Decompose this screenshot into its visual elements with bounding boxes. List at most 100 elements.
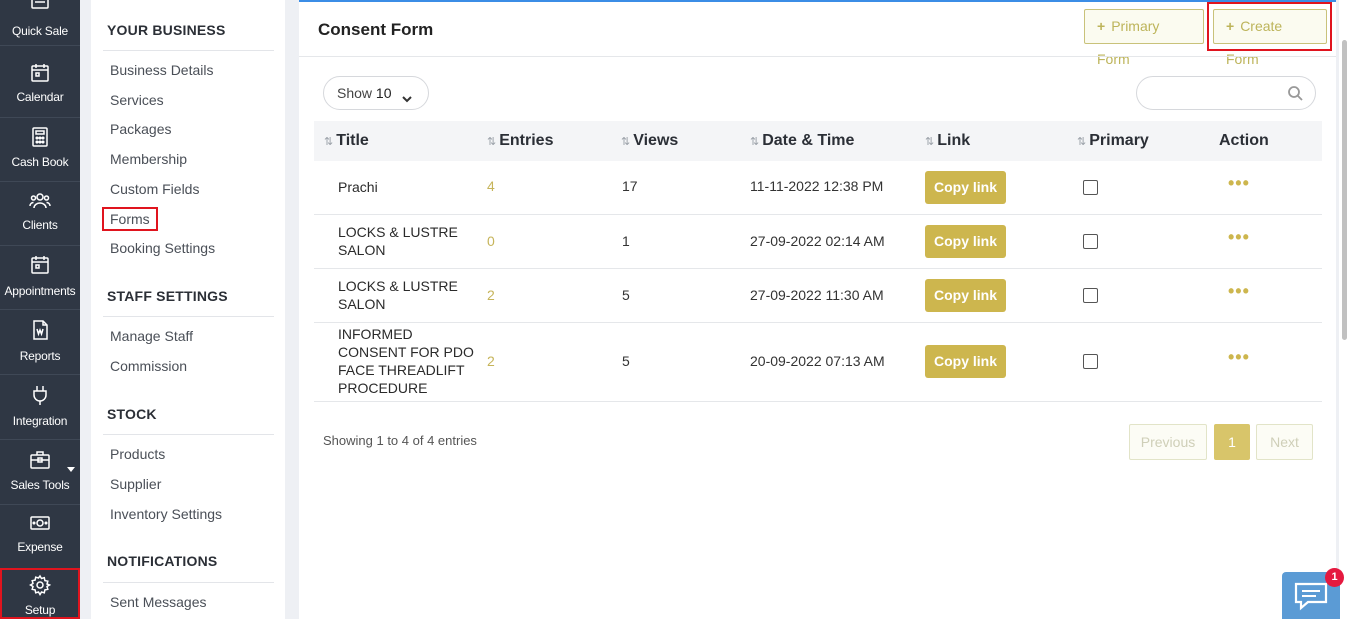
section-title-your-business: YOUR BUSINESS: [107, 22, 226, 38]
nav-supplier[interactable]: Supplier: [110, 476, 161, 492]
chevron-down-icon: [400, 85, 414, 103]
nav-custom-fields[interactable]: Custom Fields: [110, 181, 199, 197]
rail-label: Appointments: [4, 284, 76, 298]
col-entries[interactable]: ⇅ Entries: [487, 132, 553, 150]
copy-link-button[interactable]: Copy link: [925, 279, 1006, 312]
col-primary[interactable]: ⇅ Primary: [1077, 132, 1149, 150]
row-views: 17: [622, 178, 638, 194]
calendar-icon: [29, 62, 51, 84]
row-entries[interactable]: 2: [487, 353, 495, 369]
rail-label: Clients: [22, 218, 58, 232]
primary-checkbox[interactable]: [1083, 234, 1098, 249]
nav-products[interactable]: Products: [110, 446, 165, 462]
rail-setup[interactable]: Setup: [0, 568, 80, 619]
rail-quick-sale[interactable]: Quick Sale: [0, 0, 80, 46]
sort-icon: ⇅: [925, 136, 935, 148]
plug-icon: [29, 384, 51, 406]
nav-packages[interactable]: Packages: [110, 121, 171, 137]
nav-membership[interactable]: Membership: [110, 151, 187, 167]
col-primary-label: Primary: [1089, 132, 1149, 149]
pagination-previous[interactable]: Previous: [1129, 424, 1207, 460]
sort-icon: ⇅: [750, 136, 760, 148]
row-datetime: 11-11-2022 12:38 PM: [750, 178, 884, 194]
row-title: LOCKS & LUSTRE SALON: [338, 224, 458, 258]
row-entries[interactable]: 2: [487, 287, 495, 303]
table-row: LOCKS & LUSTRE SALON 2 5 27-09-2022 11:3…: [314, 269, 1322, 323]
chat-icon: [1294, 582, 1328, 611]
rail-label: Integration: [12, 414, 68, 428]
section-title-stock: STOCK: [107, 406, 157, 422]
quick-sale-icon: [29, 0, 51, 12]
rail-reports[interactable]: Reports: [0, 311, 80, 375]
main-panel: Consent Form + Primary Form + Create Form …: [299, 0, 1336, 619]
nav-services[interactable]: Services: [110, 92, 164, 108]
pagination-page[interactable]: 1: [1214, 424, 1250, 460]
nav-sent-messages[interactable]: Sent Messages: [110, 594, 207, 610]
action-menu-icon[interactable]: •••: [1228, 347, 1250, 368]
scrollbar-thumb[interactable]: [1342, 40, 1347, 340]
primary-form-button[interactable]: + Primary Form: [1084, 9, 1204, 67]
col-link-label: Link: [937, 132, 971, 149]
sort-icon: ⇅: [324, 136, 334, 148]
rail-integration[interactable]: Integration: [0, 376, 80, 440]
rail-label: Setup: [24, 603, 56, 617]
sort-icon: ⇅: [621, 136, 631, 148]
col-datetime-label: Date & Time: [762, 132, 855, 149]
main-sidebar: Quick Sale Calendar Cash Book Clients Ap…: [0, 0, 80, 619]
table-row: INFORMED CONSENT FOR PDO FACE THREADLIFT…: [314, 323, 1322, 402]
copy-link-button[interactable]: Copy link: [925, 171, 1006, 204]
search-input[interactable]: [1136, 76, 1316, 110]
pagination-next[interactable]: Next: [1256, 424, 1313, 460]
col-views[interactable]: ⇅ Views: [621, 132, 678, 150]
action-menu-icon[interactable]: •••: [1228, 173, 1250, 194]
rail-label: Cash Book: [11, 155, 69, 169]
row-entries[interactable]: 4: [487, 178, 495, 194]
rail-cash-book[interactable]: Cash Book: [0, 118, 80, 182]
primary-checkbox[interactable]: [1083, 288, 1098, 303]
row-datetime: 27-09-2022 11:30 AM: [750, 287, 884, 303]
row-title: INFORMED CONSENT FOR PDO FACE THREADLIFT…: [338, 326, 474, 396]
row-datetime: 20-09-2022 07:13 AM: [750, 353, 885, 369]
action-menu-icon[interactable]: •••: [1228, 227, 1250, 248]
rail-label: Calendar: [16, 90, 64, 104]
nav-forms[interactable]: Forms: [102, 207, 158, 231]
rail-appointments[interactable]: Appointments: [0, 246, 80, 310]
copy-link-button[interactable]: Copy link: [925, 345, 1006, 378]
rail-expense[interactable]: Expense: [0, 506, 80, 570]
row-views: 1: [622, 233, 630, 249]
action-menu-icon[interactable]: •••: [1228, 281, 1250, 302]
plus-icon: +: [1097, 18, 1106, 34]
row-views: 5: [622, 353, 630, 369]
row-title: Prachi: [338, 179, 378, 195]
primary-checkbox[interactable]: [1083, 180, 1098, 195]
nav-commission[interactable]: Commission: [110, 358, 187, 374]
chevron-down-icon: [67, 467, 75, 472]
rail-label: Sales Tools: [10, 478, 70, 492]
row-entries[interactable]: 0: [487, 233, 495, 249]
divider: [103, 582, 274, 583]
rail-sales-tools[interactable]: Sales Tools: [0, 441, 80, 505]
col-action: Action: [1219, 132, 1269, 149]
calendar-icon: [29, 254, 51, 276]
search-icon: [1287, 85, 1303, 101]
nav-booking-settings[interactable]: Booking Settings: [110, 240, 215, 256]
rail-clients[interactable]: Clients: [0, 182, 80, 246]
rail-label: Reports: [19, 349, 61, 363]
nav-inventory-settings[interactable]: Inventory Settings: [110, 506, 222, 522]
show-entries-select[interactable]: Show 10: [323, 76, 429, 110]
rail-calendar[interactable]: Calendar: [0, 54, 80, 118]
col-datetime[interactable]: ⇅ Date & Time: [750, 132, 854, 150]
col-title[interactable]: ⇅ Title: [324, 132, 369, 150]
nav-manage-staff[interactable]: Manage Staff: [110, 328, 193, 344]
table-row: Prachi 4 17 11-11-2022 12:38 PM Copy lin…: [314, 161, 1322, 215]
header-divider: [299, 56, 1336, 57]
col-title-label: Title: [336, 132, 369, 149]
show-label: Show: [337, 85, 373, 101]
nav-business-details[interactable]: Business Details: [110, 62, 214, 78]
copy-link-button[interactable]: Copy link: [925, 225, 1006, 258]
col-link[interactable]: ⇅ Link: [925, 132, 970, 150]
page-title: Consent Form: [318, 20, 434, 39]
primary-checkbox[interactable]: [1083, 354, 1098, 369]
calculator-icon: [29, 126, 51, 148]
table-row: LOCKS & LUSTRE SALON 0 1 27-09-2022 02:1…: [314, 215, 1322, 269]
